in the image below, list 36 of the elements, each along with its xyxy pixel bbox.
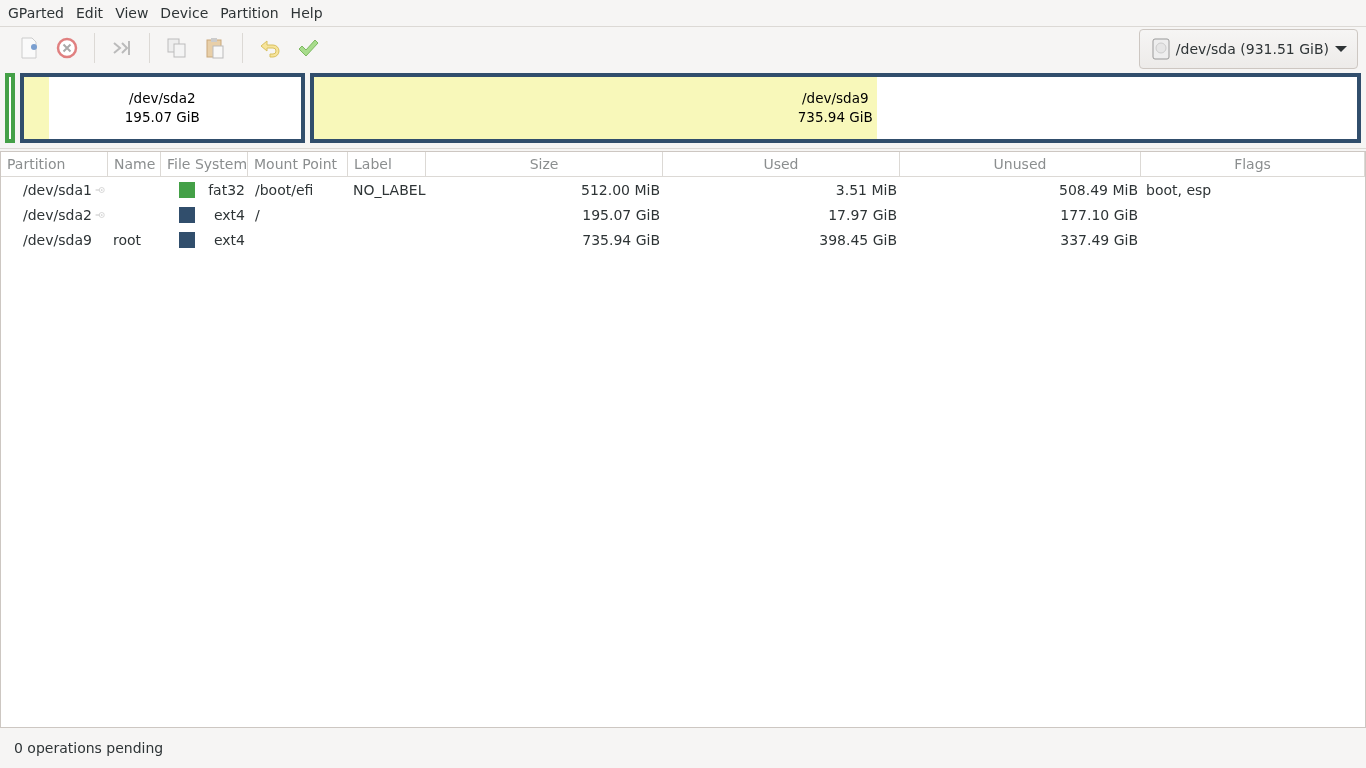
table-cell: fat32 [208,181,245,198]
table-cell: /boot/efi [255,181,314,198]
table-cell: 17.97 GiB [828,206,897,223]
partition-size: 735.94 GiB [797,108,873,127]
table-cell: boot, esp [1146,181,1212,198]
table-cell: ext4 [213,231,245,248]
partition-name: /dev/sda2 [129,89,196,108]
menu-item[interactable]: Edit [70,5,110,21]
menu-item[interactable]: Device [154,5,215,21]
dropdown-arrow-icon [1335,45,1347,53]
menu-item[interactable]: Help [284,5,329,21]
table-cell: NO_LABEL [353,181,426,198]
device-dropdown[interactable]: /dev/sda (931.51 GiB) [1138,29,1358,69]
table-cell: 337.49 GiB [1060,231,1138,248]
partition-block[interactable]: /dev/sda2 195.07 GiB [20,73,305,143]
partition-block[interactable]: /dev/sda9 735.94 GiB [309,73,1361,143]
table-cell: / [255,206,260,223]
partition-block[interactable] [5,73,15,143]
table-cell: 735.94 GiB [582,231,660,248]
table-cell: 512.00 MiB [581,181,660,198]
table-cell: 177.10 GiB [1060,206,1138,223]
table-cell: ext4 [213,206,245,223]
status-text: 0 operations pending [13,739,165,758]
menu-item[interactable]: GParted [2,5,70,21]
table-cell: 508.49 MiB [1059,181,1138,198]
partition-size: 195.07 GiB [124,108,200,127]
table-cell: 3.51 MiB [835,181,897,198]
table-cell: 398.45 GiB [819,231,897,248]
table-cell: /dev/sda9 [23,231,92,248]
table-cell: /dev/sda1 [23,181,92,198]
menu-item[interactable]: Partition [214,5,285,21]
partition-name: /dev/sda9 [802,89,869,108]
table-cell: 195.07 GiB [582,206,660,223]
table-cell: /dev/sda2 [23,206,92,223]
table-cell: root [113,231,142,248]
menu-item[interactable]: View [109,5,155,21]
